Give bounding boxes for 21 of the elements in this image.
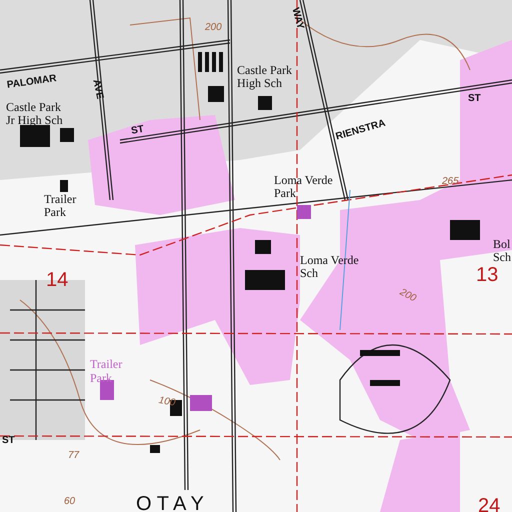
- elevation-label: 265: [442, 176, 459, 187]
- street-label: PALOMAR: [6, 73, 58, 91]
- section-number: 14: [46, 269, 68, 291]
- place-label: Trailer Park: [44, 192, 76, 219]
- place-label: Loma Verde Park: [274, 173, 333, 200]
- street-label: ST: [130, 124, 145, 137]
- section-number: 13: [476, 264, 498, 286]
- street-label: WAY: [289, 6, 306, 30]
- contour-label: 200: [205, 22, 222, 33]
- place-label: Bol Sch: [493, 237, 511, 264]
- street-label: ST: [2, 435, 15, 446]
- contour-label: 100: [158, 394, 176, 409]
- town-label: O T A Y: [136, 493, 204, 512]
- street-label: AVE: [90, 78, 106, 100]
- place-label: Castle Park High Sch: [237, 63, 292, 90]
- contour-label: 200: [398, 286, 418, 304]
- elevation-label: 77: [68, 450, 80, 461]
- street-label: ST: [468, 93, 481, 104]
- place-label: Trailer Park: [90, 357, 122, 385]
- contour-label: 60: [64, 496, 76, 507]
- section-number: 24: [478, 495, 500, 512]
